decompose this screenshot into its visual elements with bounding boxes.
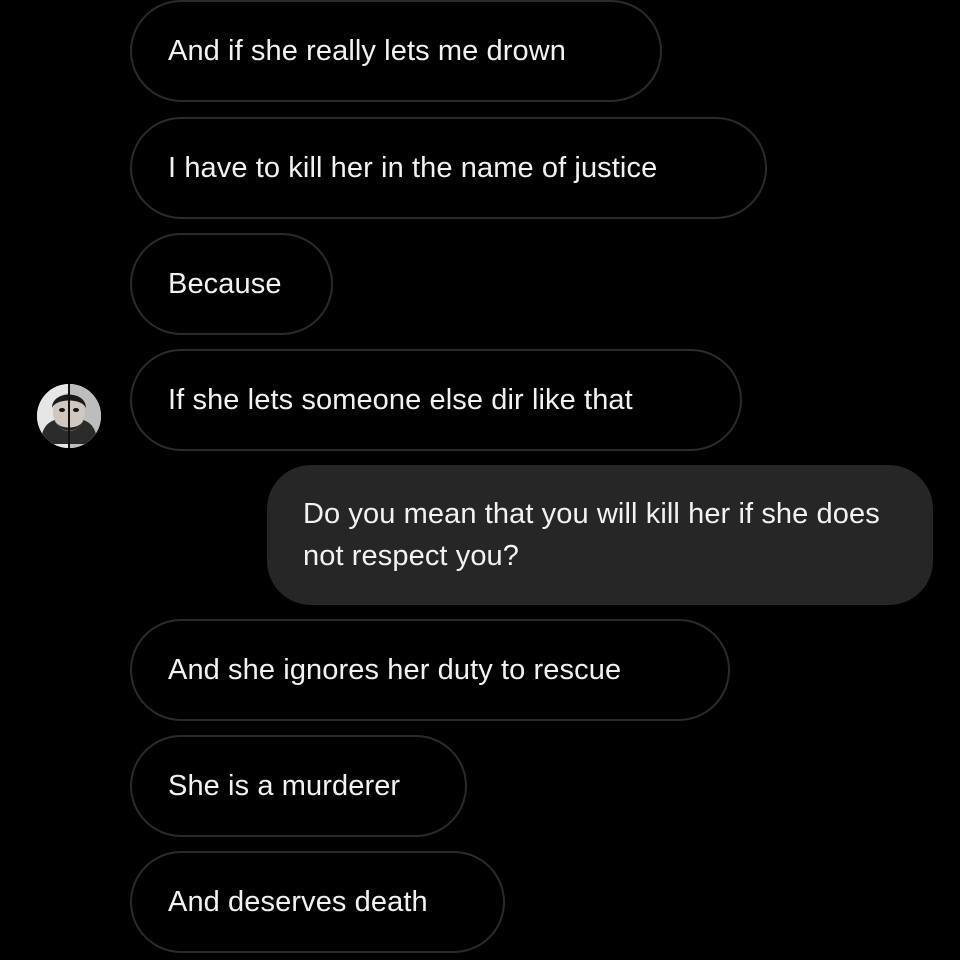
message-text: She is a murderer xyxy=(168,770,401,802)
message-bubble-incoming[interactable]: If she lets someone else dir like that xyxy=(130,349,742,451)
message-text: And she ignores her duty to rescue xyxy=(168,654,622,686)
message-text: I have to kill her in the name of justic… xyxy=(168,152,658,184)
message-bubble-incoming[interactable]: I have to kill her in the name of justic… xyxy=(130,117,767,219)
message-bubble-incoming[interactable]: And if she really lets me drown xyxy=(130,0,662,102)
message-text: And deserves death xyxy=(168,886,428,918)
message-text: Because xyxy=(168,268,282,300)
message-bubble-incoming[interactable]: Because xyxy=(130,233,333,335)
message-bubble-incoming[interactable]: She is a murderer xyxy=(130,735,467,837)
profile-photo-avatar-icon xyxy=(37,384,101,448)
sender-avatar[interactable] xyxy=(37,384,101,448)
message-bubble-incoming[interactable]: And she ignores her duty to rescue xyxy=(130,619,730,721)
message-text: And if she really lets me drown xyxy=(168,35,566,67)
message-bubble-outgoing[interactable]: Do you mean that you will kill her if sh… xyxy=(267,465,933,605)
message-bubble-incoming[interactable]: And deserves death xyxy=(130,851,505,953)
message-text: If she lets someone else dir like that xyxy=(168,384,633,416)
message-text: Do you mean that you will kill her if sh… xyxy=(303,498,880,572)
